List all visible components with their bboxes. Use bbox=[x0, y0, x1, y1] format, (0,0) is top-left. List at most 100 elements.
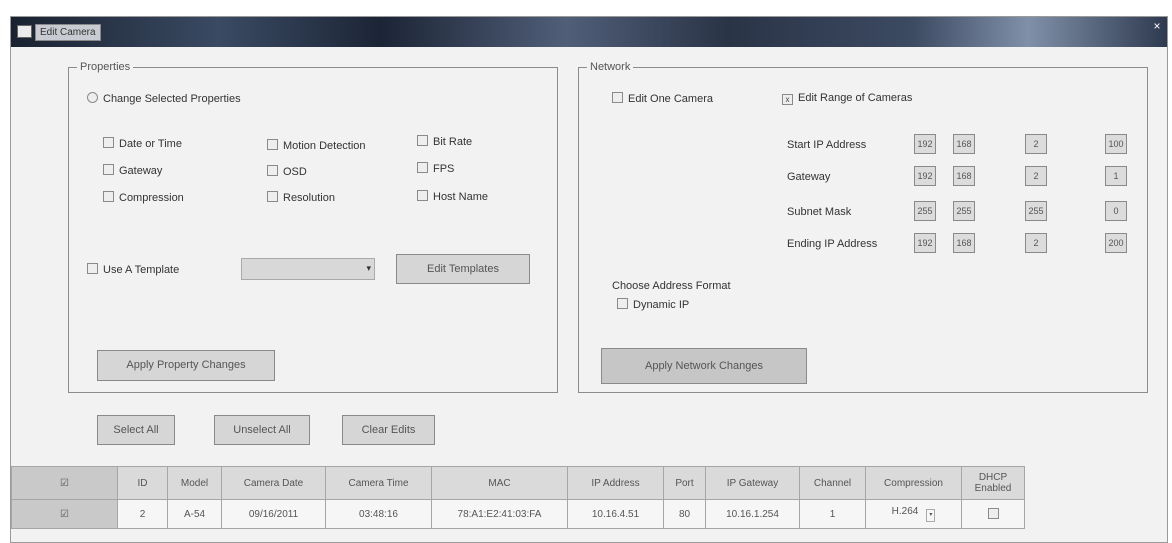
checkbox-icon bbox=[612, 92, 623, 103]
cell-dhcp-enabled-checkbox[interactable] bbox=[961, 499, 1025, 529]
window-title: Edit Camera bbox=[35, 24, 101, 41]
table-row[interactable]: ☑ 2 A-54 09/16/2011 03:48:16 78:A1:E2:41… bbox=[11, 499, 1025, 529]
edit-range-checkbox[interactable]: x Edit Range of Cameras bbox=[782, 92, 912, 105]
edit-one-camera-label: Edit One Camera bbox=[628, 93, 713, 105]
subnet-mask-label: Subnet Mask bbox=[787, 206, 852, 218]
start-ip-octet-4[interactable]: 100 bbox=[1105, 134, 1127, 154]
checkbox-icon bbox=[617, 298, 628, 309]
edit-camera-window: Edit Camera × Properties Change Selected… bbox=[10, 16, 1168, 543]
motion-detection-label: Motion Detection bbox=[283, 140, 366, 152]
start-ip-octet-3[interactable]: 2 bbox=[1025, 134, 1047, 154]
template-dropdown[interactable]: ▾ bbox=[241, 258, 375, 280]
column-header-channel[interactable]: Channel bbox=[799, 466, 866, 500]
chevron-down-icon: ▾ bbox=[926, 509, 936, 522]
checkbox-icon bbox=[103, 137, 114, 148]
dynamic-ip-label: Dynamic IP bbox=[633, 299, 690, 311]
column-header-model[interactable]: Model bbox=[167, 466, 222, 500]
network-group: Network Edit One Camera x Edit Range of C… bbox=[578, 61, 1148, 393]
cell-mac[interactable]: 78:A1:E2:41:03:FA bbox=[431, 499, 568, 529]
fps-checkbox[interactable]: FPS bbox=[417, 162, 454, 175]
checkbox-icon bbox=[103, 164, 114, 175]
unselect-all-button[interactable]: Unselect All bbox=[214, 415, 310, 445]
checkbox-icon bbox=[267, 139, 278, 150]
checkbox-icon bbox=[103, 191, 114, 202]
gateway-octet-1[interactable]: 192 bbox=[914, 166, 936, 186]
select-all-button[interactable]: Select All bbox=[97, 415, 175, 445]
osd-label: OSD bbox=[283, 166, 307, 178]
gateway-label: Gateway bbox=[787, 171, 831, 183]
column-header-port[interactable]: Port bbox=[663, 466, 706, 500]
resolution-label: Resolution bbox=[283, 192, 335, 204]
column-header-camera-date[interactable]: Camera Date bbox=[221, 466, 326, 500]
checkbox-icon bbox=[987, 507, 999, 519]
ending-ip-label: Ending IP Address bbox=[787, 238, 878, 250]
subnet-octet-3[interactable]: 255 bbox=[1025, 201, 1047, 221]
start-ip-octet-2[interactable]: 168 bbox=[953, 134, 975, 154]
title-bar: Edit Camera × bbox=[11, 17, 1167, 47]
use-template-checkbox[interactable]: Use A Template bbox=[87, 263, 179, 276]
apply-network-changes-button[interactable]: Apply Network Changes bbox=[601, 348, 807, 384]
close-button[interactable]: × bbox=[1149, 19, 1165, 33]
column-header-ip-gateway[interactable]: IP Gateway bbox=[705, 466, 800, 500]
gateway-label: Gateway bbox=[119, 165, 163, 177]
resolution-checkbox[interactable]: Resolution bbox=[267, 191, 335, 204]
app-icon bbox=[17, 25, 32, 38]
column-header-dhcp-enabled[interactable]: DHCP Enabled bbox=[961, 466, 1025, 500]
cell-ip-address[interactable]: 10.16.4.51 bbox=[567, 499, 664, 529]
clear-edits-button[interactable]: Clear Edits bbox=[342, 415, 435, 445]
ending-ip-octet-4[interactable]: 200 bbox=[1105, 233, 1127, 253]
fps-label: FPS bbox=[433, 163, 455, 175]
properties-group: Properties Change Selected Properties Da… bbox=[68, 61, 558, 393]
start-ip-label: Start IP Address bbox=[787, 139, 867, 151]
dynamic-ip-checkbox[interactable]: Dynamic IP bbox=[617, 298, 689, 311]
cell-id[interactable]: 2 bbox=[117, 499, 168, 529]
row-select-checkbox[interactable]: ☑ bbox=[11, 499, 118, 529]
cell-port[interactable]: 80 bbox=[663, 499, 706, 529]
table-header-row: ☑ ID Model Camera Date Camera Time MAC I… bbox=[11, 466, 1025, 500]
edit-one-camera-checkbox[interactable]: Edit One Camera bbox=[612, 92, 713, 105]
gateway-octet-4[interactable]: 1 bbox=[1105, 166, 1127, 186]
ending-ip-octet-3[interactable]: 2 bbox=[1025, 233, 1047, 253]
checkmark-icon: x bbox=[782, 94, 793, 105]
cell-ip-gateway[interactable]: 10.16.1.254 bbox=[705, 499, 800, 529]
subnet-octet-1[interactable]: 255 bbox=[914, 201, 936, 221]
ending-ip-octet-2[interactable]: 168 bbox=[953, 233, 975, 253]
motion-detection-checkbox[interactable]: Motion Detection bbox=[267, 139, 366, 152]
properties-legend: Properties bbox=[80, 61, 131, 73]
compression-value: H.264 bbox=[891, 506, 919, 517]
address-format-label: Choose Address Format bbox=[612, 280, 731, 292]
checkbox-icon bbox=[267, 165, 278, 176]
use-template-label: Use A Template bbox=[103, 264, 180, 276]
camera-table: ☑ ID Model Camera Date Camera Time MAC I… bbox=[11, 466, 1025, 529]
cell-camera-time[interactable]: 03:48:16 bbox=[325, 499, 432, 529]
column-header-compression[interactable]: Compression bbox=[865, 466, 962, 500]
column-header-id[interactable]: ID bbox=[117, 466, 168, 500]
gateway-octet-3[interactable]: 2 bbox=[1025, 166, 1047, 186]
dhcp-header-line-2: Enabled bbox=[974, 483, 1012, 494]
column-header-ip-address[interactable]: IP Address bbox=[567, 466, 664, 500]
column-header-camera-time[interactable]: Camera Time bbox=[325, 466, 432, 500]
select-all-column-header[interactable]: ☑ bbox=[11, 466, 118, 500]
host-name-label: Host Name bbox=[433, 191, 489, 203]
start-ip-octet-1[interactable]: 192 bbox=[914, 134, 936, 154]
host-name-checkbox[interactable]: Host Name bbox=[417, 190, 488, 203]
radio-icon bbox=[87, 92, 98, 103]
apply-property-changes-button[interactable]: Apply Property Changes bbox=[97, 350, 275, 381]
gateway-checkbox[interactable]: Gateway bbox=[103, 164, 162, 177]
cell-channel[interactable]: 1 bbox=[799, 499, 866, 529]
ending-ip-octet-1[interactable]: 192 bbox=[914, 233, 936, 253]
subnet-octet-4[interactable]: 0 bbox=[1105, 201, 1127, 221]
column-header-mac[interactable]: MAC bbox=[431, 466, 568, 500]
compression-label: Compression bbox=[119, 192, 184, 204]
cell-model[interactable]: A-54 bbox=[167, 499, 222, 529]
gateway-octet-2[interactable]: 168 bbox=[953, 166, 975, 186]
edit-templates-button[interactable]: Edit Templates bbox=[396, 254, 530, 284]
change-selected-radio[interactable]: Change Selected Properties bbox=[87, 92, 241, 105]
cell-camera-date[interactable]: 09/16/2011 bbox=[221, 499, 326, 529]
compression-checkbox[interactable]: Compression bbox=[103, 191, 184, 204]
cell-compression-dropdown[interactable]: H.264 ▾ bbox=[865, 499, 962, 529]
date-time-checkbox[interactable]: Date or Time bbox=[103, 137, 182, 150]
subnet-octet-2[interactable]: 255 bbox=[953, 201, 975, 221]
bit-rate-checkbox[interactable]: Bit Rate bbox=[417, 135, 472, 148]
osd-checkbox[interactable]: OSD bbox=[267, 165, 307, 178]
